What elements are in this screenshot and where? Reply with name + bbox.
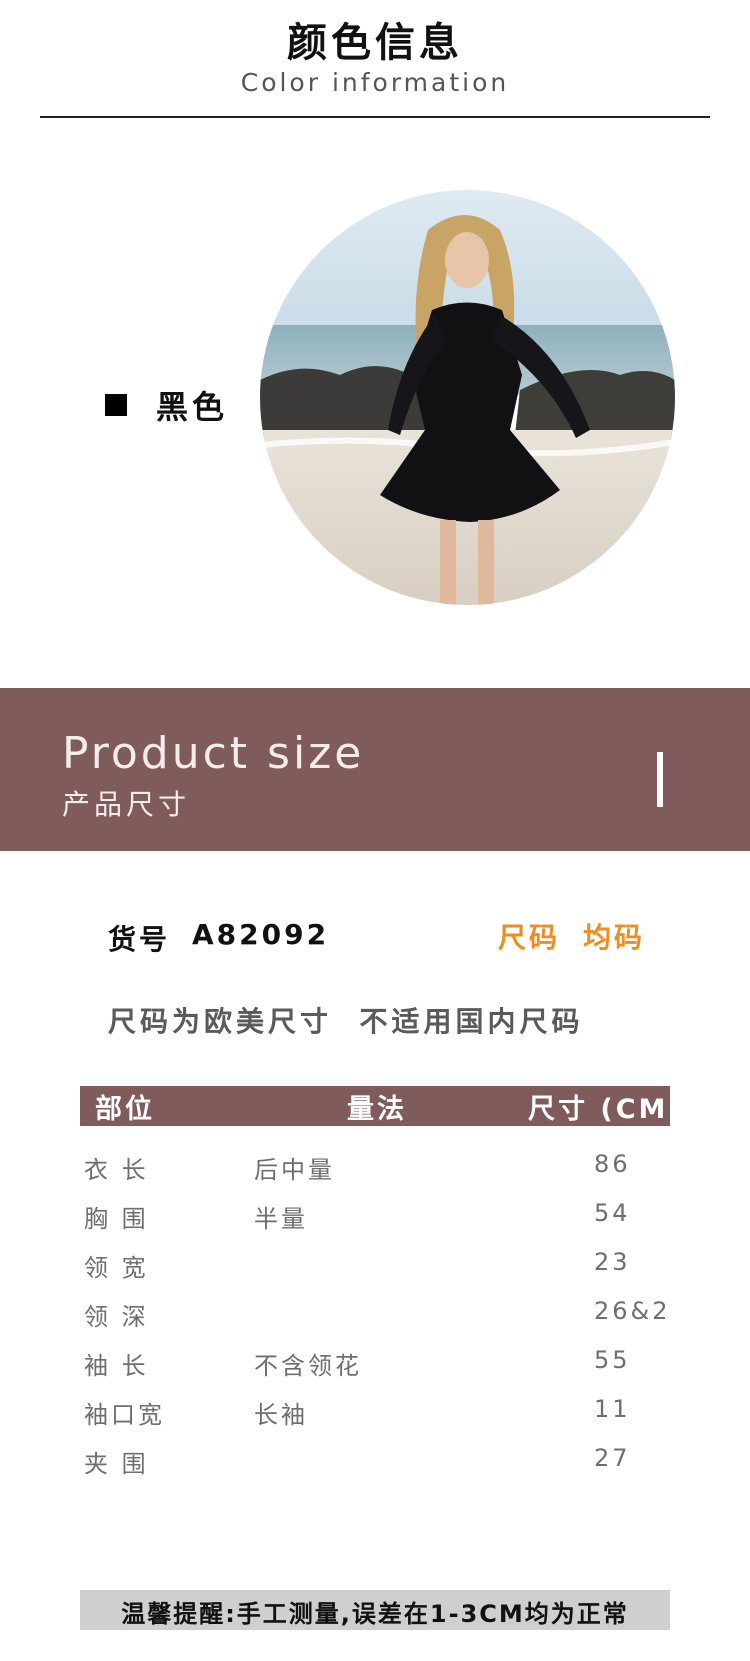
item-number-value: A82092 — [192, 918, 330, 951]
row-part: 领 宽 — [84, 1254, 149, 1282]
row-part: 领 深 — [84, 1303, 149, 1331]
row-part: 袖口宽 — [84, 1401, 165, 1429]
banner-title-cn: 产品尺寸 — [62, 788, 191, 821]
size-label: 尺码 — [498, 921, 561, 954]
row-value: 86 — [594, 1150, 631, 1178]
item-number-label: 货号 — [108, 923, 171, 956]
table-row: 袖 长 不含领花 55 — [0, 1346, 750, 1395]
page-subtitle: Color information — [240, 68, 510, 97]
row-value: 26&2 — [594, 1297, 671, 1325]
row-value: 27 — [594, 1444, 631, 1472]
row-value: 55 — [594, 1346, 631, 1374]
row-part: 袖 长 — [84, 1352, 149, 1380]
row-value: 11 — [594, 1395, 631, 1423]
table-row: 领 深 26&2 — [0, 1297, 750, 1346]
row-method: 不含领花 — [254, 1352, 362, 1380]
row-value: 54 — [594, 1199, 631, 1227]
color-swatch-square — [105, 394, 127, 416]
color-name: 黑色 — [156, 388, 229, 426]
row-part: 夹 围 — [84, 1450, 149, 1478]
row-method: 后中量 — [254, 1156, 335, 1184]
table-row: 衣 长 后中量 86 — [0, 1150, 750, 1199]
header-part: 部位 — [95, 1094, 155, 1125]
row-method: 半量 — [254, 1205, 308, 1233]
page-title: 颜色信息 — [287, 20, 463, 66]
header-size: 尺寸 (CM) — [528, 1094, 684, 1125]
header-method: 量法 — [347, 1094, 407, 1125]
beach-model-illustration — [260, 190, 675, 605]
row-part: 衣 长 — [84, 1156, 149, 1184]
size-value: 均码 — [583, 921, 646, 954]
reminder-text: 温馨提醒:手工测量,误差在1-3CM均为正常 — [121, 1600, 629, 1628]
table-row: 夹 围 27 — [0, 1444, 750, 1493]
size-note: 尺码为欧美尺寸 不适用国内尺码 — [108, 1005, 584, 1038]
header-divider — [40, 116, 710, 118]
product-photo — [260, 190, 675, 605]
row-method: 长袖 — [254, 1401, 308, 1429]
table-row: 领 宽 23 — [0, 1248, 750, 1297]
row-part: 胸 围 — [84, 1205, 149, 1233]
table-row: 袖口宽 长袖 11 — [0, 1395, 750, 1444]
banner-accent-bar — [657, 752, 663, 807]
banner-title-en: Product size — [62, 728, 365, 779]
table-row: 胸 围 半量 54 — [0, 1199, 750, 1248]
row-value: 23 — [594, 1248, 631, 1276]
